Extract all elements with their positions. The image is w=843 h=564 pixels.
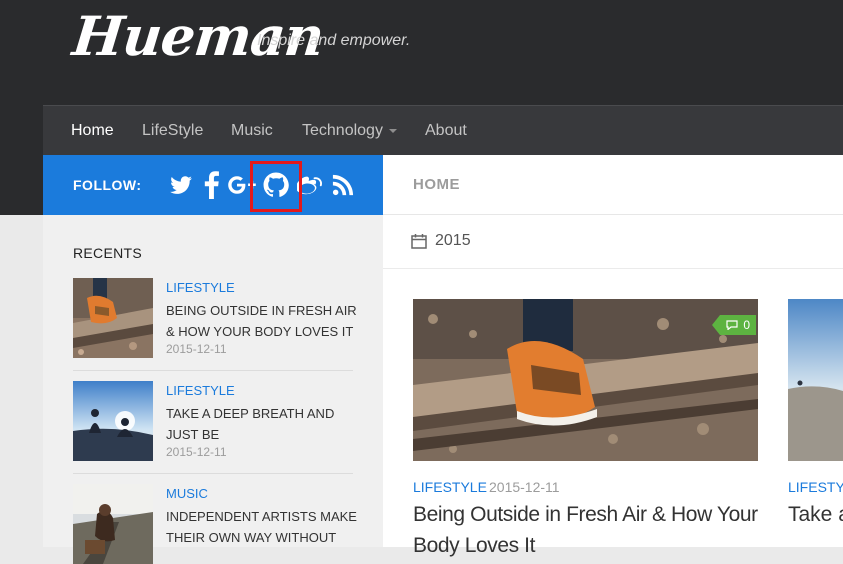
breadcrumb: HOME — [383, 155, 843, 215]
comment-count-badge[interactable]: 0 — [712, 315, 756, 335]
nav-item-technology[interactable]: Technology — [302, 106, 397, 156]
comment-count: 0 — [743, 318, 750, 332]
left-gutter-light — [0, 215, 43, 547]
post-date: 2015-12-11 — [166, 445, 227, 459]
sidebar-title: RECENTS — [73, 245, 142, 261]
featured-post-image[interactable] — [788, 299, 843, 461]
follow-label: FOLLOW: — [73, 177, 142, 193]
archive-year-row: 2015 — [383, 215, 843, 269]
post-thumbnail[interactable] — [73, 484, 153, 564]
featured-post-category[interactable]: LIFESTYLE — [788, 479, 843, 495]
page-title: HOME — [413, 176, 460, 193]
post-thumbnail[interactable] — [73, 381, 153, 461]
post-thumbnail[interactable] — [73, 278, 153, 358]
nav-item-about[interactable]: About — [425, 106, 467, 156]
main-content: HOME 2015 0 LIFESTYLE 2015-12-11 Being O… — [383, 155, 843, 557]
archive-year: 2015 — [435, 232, 471, 249]
post-category[interactable]: LIFESTYLE — [166, 383, 235, 398]
nav-item-technology-label: Technology — [302, 122, 383, 139]
main-nav: Home LifeStyle Music Technology About — [43, 105, 843, 155]
github-highlight-box — [250, 161, 302, 212]
follow-bar: FOLLOW: — [43, 155, 383, 215]
chevron-down-icon — [388, 128, 397, 133]
site-tagline: Inspire and empower. — [257, 32, 411, 49]
post-title[interactable]: INDEPENDENT ARTISTS MAKE THEIR OWN WAY W… — [166, 506, 361, 548]
site-header: Hueman Inspire and empower. — [0, 0, 843, 105]
featured-post-image[interactable] — [413, 299, 758, 461]
featured-post-date: 2015-12-11 — [489, 479, 560, 495]
nav-item-lifestyle[interactable]: LifeStyle — [142, 106, 203, 156]
featured-post-category[interactable]: LIFESTYLE — [413, 479, 487, 495]
post-category[interactable]: LIFESTYLE — [166, 280, 235, 295]
post-divider — [73, 370, 353, 371]
nav-item-music[interactable]: Music — [231, 106, 273, 156]
post-title[interactable]: TAKE A DEEP BREATH AND JUST BE — [166, 403, 361, 445]
post-divider — [73, 473, 353, 474]
post-category[interactable]: MUSIC — [166, 486, 208, 501]
twitter-icon[interactable] — [168, 171, 194, 199]
sidebar: RECENTS LIFESTYLE BEING OUTSIDE IN FRESH… — [43, 215, 383, 564]
post-title[interactable]: BEING OUTSIDE IN FRESH AIR & HOW YOUR BO… — [166, 300, 361, 342]
nav-item-home[interactable]: Home — [71, 106, 114, 156]
post-date: 2015-12-11 — [166, 342, 227, 356]
featured-post-title[interactable]: Being Outside in Fresh Air & How Your Bo… — [413, 499, 763, 561]
facebook-icon[interactable] — [201, 171, 221, 199]
rss-icon[interactable] — [332, 171, 354, 199]
calendar-icon — [411, 234, 427, 249]
featured-post-title[interactable]: Take a Deep Breath and Just Be — [788, 499, 843, 530]
comments-icon — [726, 320, 738, 330]
